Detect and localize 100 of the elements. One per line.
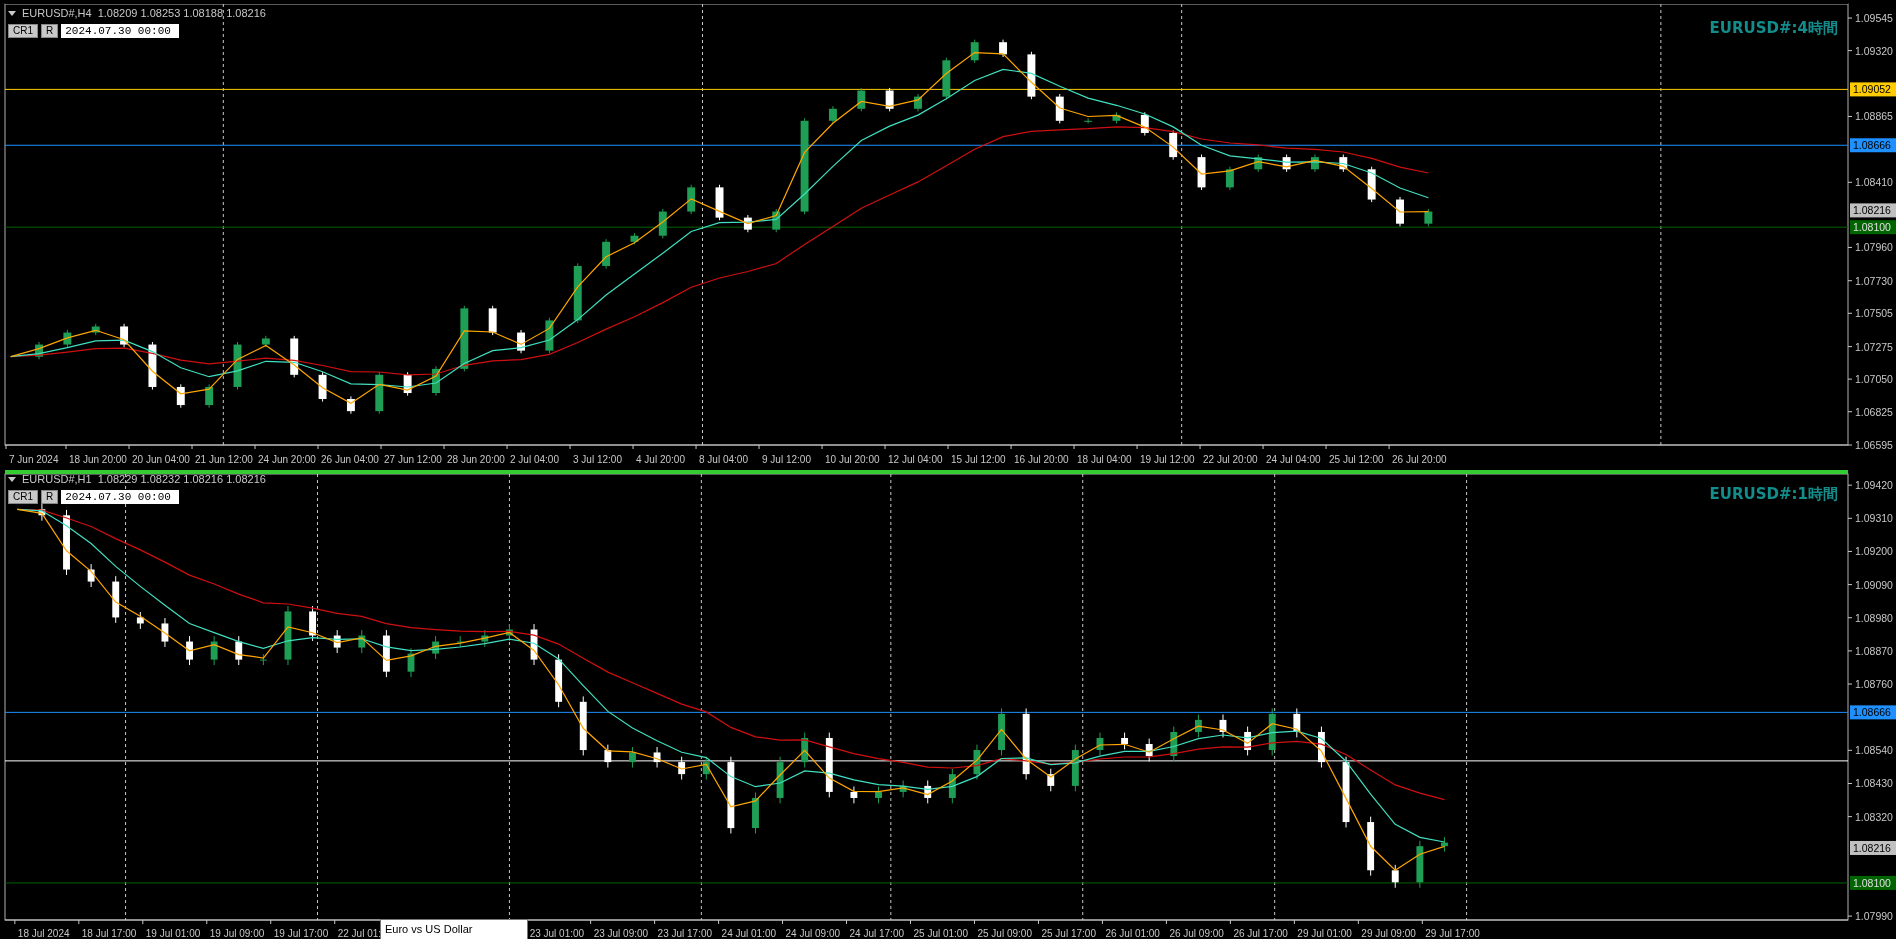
ohlc-values: 1.08229 1.08232 1.08216 1.08216 [97,473,266,486]
candlestick [432,365,440,397]
candlestick [555,653,563,708]
price-axis-label: 1.07505 [1847,307,1893,320]
candlestick [284,605,292,666]
candlestick [136,611,144,630]
candlestick [1194,714,1202,738]
candlestick [290,335,299,378]
time-axis-label: 9 Jul 12:00 [758,444,811,465]
candlestick [914,93,922,112]
collapse-triangle-icon[interactable] [8,477,16,482]
candlestick [358,629,366,654]
candlestick [205,383,214,409]
price-axis-label: 1.09545 [1847,12,1893,25]
candlestick [460,305,469,372]
candlestick [403,371,412,397]
candlestick [998,707,1005,756]
candlestick [970,39,979,64]
price-axis-label: 1.08760 [1847,678,1893,691]
candlestick [407,647,415,678]
price-axis-label: 1.09090 [1847,578,1893,591]
time-axis-label: 15 Jul 12:00 [947,444,1006,465]
candlestick [1424,208,1433,227]
candlestick [1169,129,1178,161]
time-axis-label: 4 Jul 20:00 [632,444,685,465]
date-input-field[interactable]: 2024.07.30 00:00 [61,24,180,38]
candlestick [1197,154,1206,191]
time-axis-label: 24 Jun 20:00 [254,444,316,465]
candlestick [1441,836,1448,853]
candlestick [1096,732,1104,756]
toolbar-button[interactable]: CR1 [8,490,38,504]
price-tag: 1.08216 [1850,203,1896,218]
time-axis-label: 26 Jul 01:00 [1101,919,1160,939]
candlestick [309,605,316,642]
candlestick [261,335,270,348]
price-tag: 1.08100 [1850,875,1896,890]
candlestick [87,563,95,588]
candlestick [112,575,120,624]
price-axis-label: 1.08870 [1847,644,1893,657]
time-axis-label: 24 Jul 17:00 [846,919,905,939]
candlestick [825,732,833,798]
candlestick [1367,166,1376,203]
candlestick [1225,166,1234,191]
candlestick [885,87,894,112]
time-axis-label: 18 Jul 17:00 [78,919,137,939]
candlestick [1268,707,1276,756]
candlestick [176,383,185,409]
candlestick [857,87,866,112]
date-input-field[interactable]: 2024.07.30 00:00 [61,490,180,504]
candlestick [432,635,440,660]
toolbar-button[interactable]: CR1 [8,24,38,38]
candlestick [948,768,956,804]
chart-title: EURUSD#:1時間 [1709,484,1838,505]
tooltip: Euro vs US Dollar [380,919,528,939]
time-axis-label: 16 Jul 20:00 [1010,444,1069,465]
time-axis-label: 3 Jul 12:00 [569,444,622,465]
time-axis-label: 2 Jul 04:00 [506,444,559,465]
candlestick [801,732,809,768]
price-axis-label: 1.09200 [1847,545,1893,558]
time-axis-label: 10 Jul 20:00 [821,444,880,465]
candlestick [1416,840,1424,889]
candlestick [63,509,70,576]
time-axis-label: 29 Jul 09:00 [1357,919,1416,939]
candlestick [1318,726,1325,768]
candlestick [573,262,582,324]
time-axis-label: 24 Jul 01:00 [718,919,777,939]
toolbar-button[interactable]: R [41,24,59,38]
candlestick [875,786,882,804]
time-axis-label: 23 Jul 09:00 [590,919,649,939]
candlestick [604,744,612,768]
candlestick [517,329,525,354]
toolbar-button[interactable]: R [41,490,59,504]
time-axis-label: 29 Jul 01:00 [1293,919,1352,939]
candlestick [715,184,724,221]
candlestick [629,746,636,768]
time-axis-label: 23 Jul 01:00 [526,919,585,939]
candlestick [1027,51,1036,100]
candlestick [161,617,169,648]
candlestick [1391,864,1399,889]
candlestick [1282,154,1291,173]
candlestick [1084,117,1093,124]
time-axis-label: 19 Jul 01:00 [142,919,201,939]
candlestick [678,756,686,781]
candlestick [210,635,218,666]
candlestick [702,756,710,781]
price-axis-label: 1.09420 [1847,479,1893,492]
time-axis-label: 21 Jun 12:00 [191,444,253,465]
collapse-triangle-icon[interactable] [8,11,16,16]
price-axis-label: 1.08430 [1847,777,1893,790]
time-axis-label: 8 Jul 04:00 [695,444,748,465]
candlestick [1342,756,1350,828]
time-axis-label: 23 Jul 17:00 [654,919,713,939]
candlestick [318,371,327,403]
time-axis-label: 25 Jul 12:00 [1325,444,1384,465]
candlestick [1055,93,1064,124]
price-axis-label: 1.06595 [1847,439,1893,451]
time-axis-label: 20 Jun 04:00 [128,444,190,465]
time-axis-label: 29 Jul 17:00 [1421,919,1480,939]
price-tag: 1.08100 [1850,220,1896,235]
candlestick [1121,732,1128,750]
